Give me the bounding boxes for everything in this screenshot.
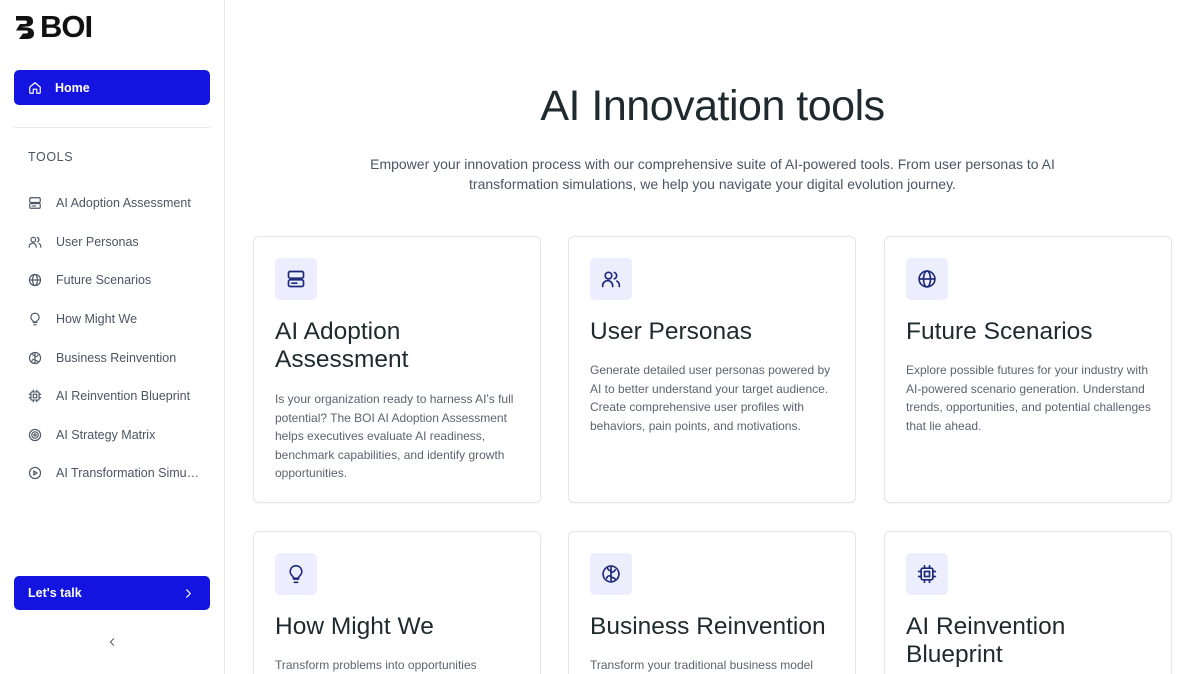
sidebar-divider	[14, 127, 210, 128]
card-title: AI Adoption Assessment	[275, 318, 409, 373]
target-icon	[28, 428, 42, 442]
tool-card-business-reinvention[interactable]: Business Reinvention Transform your trad…	[568, 531, 856, 674]
users-icon	[601, 271, 621, 288]
globe-icon	[28, 273, 42, 287]
sidebar-item-future-scenarios[interactable]: Future Scenarios	[28, 261, 213, 300]
card-description: Is your organization ready to harness AI…	[275, 392, 514, 481]
chevron-right-icon	[186, 588, 191, 598]
card-icon-badge	[906, 553, 948, 595]
card-icon-badge	[275, 258, 317, 300]
lets-talk-label: Let's talk	[28, 586, 82, 600]
main-content: AI Innovation tools Empower your innovat…	[225, 0, 1200, 674]
tool-card-ai-adoption-assessment[interactable]: AI Adoption Assessment Is your organizat…	[253, 236, 541, 503]
sidebar-item-label: User Personas	[56, 234, 139, 249]
card-title: User Personas	[590, 318, 753, 345]
tool-card-ai-reinvention-blueprint[interactable]: AI Reinvention Blueprint	[884, 531, 1172, 674]
cpu-icon	[28, 389, 42, 403]
lightbulb-icon	[28, 312, 42, 326]
sidebar-item-how-might-we[interactable]: How Might We	[28, 300, 213, 339]
page-title: AI Innovation tools	[540, 82, 885, 130]
brain-icon	[602, 565, 620, 583]
play-circle-icon	[28, 466, 42, 480]
brand-logo[interactable]: BOI	[14, 9, 93, 44]
tools-heading: TOOLS	[28, 150, 74, 164]
lets-talk-button[interactable]: Let's talk	[14, 576, 210, 610]
collapse-sidebar-button[interactable]	[104, 634, 120, 650]
card-icon-badge	[590, 553, 632, 595]
sidebar-item-ai-adoption-assessment[interactable]: AI Adoption Assessment	[28, 184, 213, 223]
tool-card-future-scenarios[interactable]: Future Scenarios Explore possible future…	[884, 236, 1172, 503]
card-icon-badge	[275, 553, 317, 595]
sidebar-item-business-reinvention[interactable]: Business Reinvention	[28, 338, 213, 377]
card-icon-badge	[906, 258, 948, 300]
sidebar-item-ai-transformation-simulation[interactable]: AI Transformation Simulation	[28, 454, 213, 493]
sidebar-item-user-personas[interactable]: User Personas	[28, 223, 213, 262]
card-icon-badge	[590, 258, 632, 300]
card-title: How Might We	[275, 613, 434, 640]
sidebar-item-label: Business Reinvention	[56, 350, 177, 365]
card-description: Transform problems into opportunities	[275, 658, 477, 672]
tool-card-how-might-we[interactable]: How Might We Transform problems into opp…	[253, 531, 541, 674]
sidebar-item-label: AI Adoption Assessment	[56, 196, 191, 211]
sidebar: BOI Home TOOLS AI Adoption Assessment Us…	[0, 0, 225, 674]
globe-icon	[918, 270, 936, 288]
cpu-icon	[917, 564, 937, 584]
lightbulb-icon	[289, 564, 303, 584]
home-icon	[29, 81, 41, 94]
server-icon	[287, 270, 305, 288]
sidebar-item-ai-strategy-matrix[interactable]: AI Strategy Matrix	[28, 416, 213, 455]
sidebar-item-label: How Might We	[56, 312, 138, 327]
card-title: AI Reinvention Blueprint	[906, 613, 1066, 668]
sidebar-item-ai-reinvention-blueprint[interactable]: AI Reinvention Blueprint	[28, 377, 213, 416]
sidebar-item-label: AI Transformation Simulation	[56, 466, 201, 481]
brain-icon	[28, 351, 42, 365]
card-description: Generate detailed user personas powered …	[590, 363, 831, 433]
card-description: Explore possible futures for your indust…	[906, 363, 1151, 433]
brand-name: BOI	[40, 9, 93, 44]
chevron-left-icon	[109, 638, 115, 646]
sidebar-item-label: AI Strategy Matrix	[56, 427, 156, 442]
tool-card-user-personas[interactable]: User Personas Generate detailed user per…	[568, 236, 856, 503]
users-icon	[28, 235, 42, 249]
home-button-label: Home	[55, 80, 90, 95]
card-description: Transform your traditional business mode…	[590, 658, 813, 672]
home-button[interactable]: Home	[14, 70, 210, 105]
card-title: Future Scenarios	[906, 318, 1093, 345]
server-icon	[28, 196, 42, 210]
tools-nav: AI Adoption Assessment User Personas Fut…	[28, 184, 213, 493]
sidebar-item-label: AI Reinvention Blueprint	[56, 389, 191, 404]
sidebar-item-label: Future Scenarios	[56, 273, 152, 288]
card-title: Business Reinvention	[590, 613, 826, 640]
logo-mark-icon	[16, 16, 34, 39]
page-subtitle: Empower your innovation process with our…	[370, 156, 1055, 192]
